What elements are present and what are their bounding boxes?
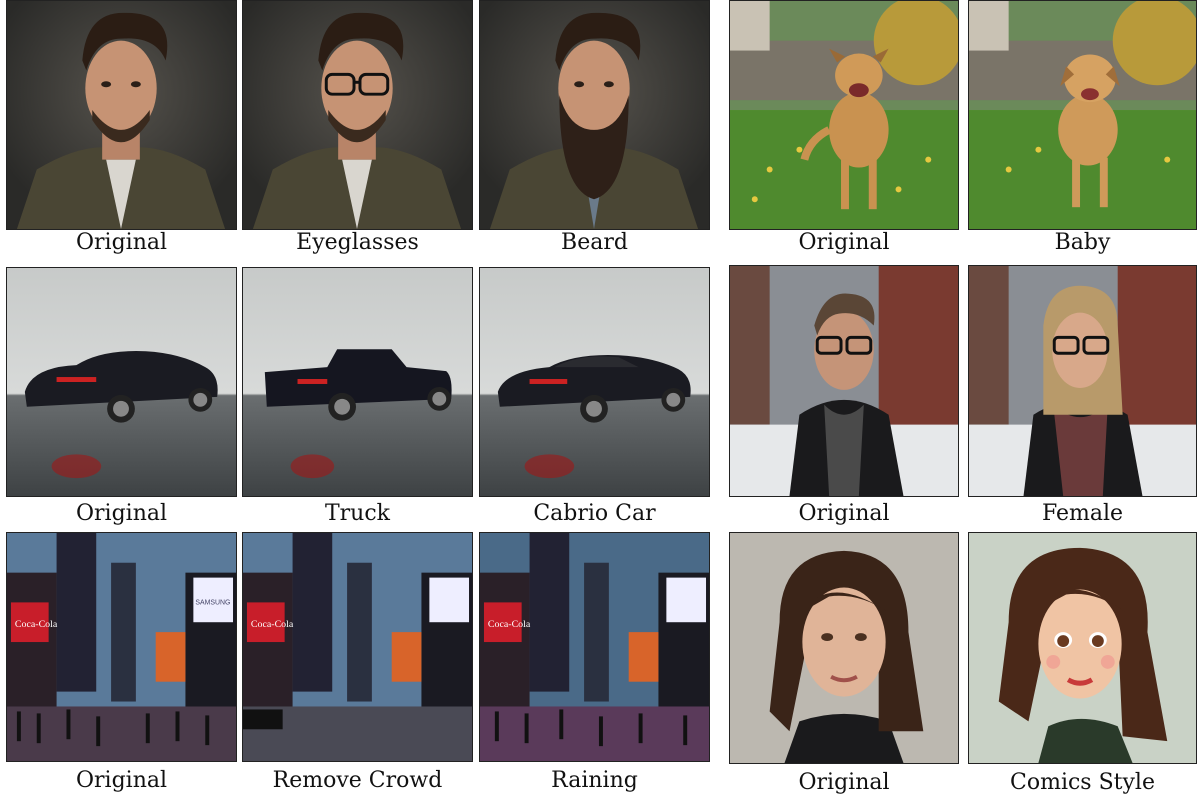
image-city-raining: Coca-Cola xyxy=(479,532,710,762)
caption: Beard xyxy=(561,230,628,255)
panel-dog-original: Original xyxy=(729,0,959,258)
times-square-image: Coca-Cola SAMSUNG xyxy=(7,533,236,761)
samsung-billboard-text: SAMSUNG xyxy=(195,599,230,606)
caption: Original xyxy=(798,770,890,795)
panel-city-original: Coca-Cola SAMSUNG Original xyxy=(6,532,237,797)
panel-person-female: Female xyxy=(968,265,1197,532)
billboard-text: Coca-Cola xyxy=(15,619,58,630)
sedan-image xyxy=(7,268,236,496)
image-man-eyeglasses xyxy=(242,0,473,230)
man-snow-image xyxy=(730,266,958,496)
caption: Original xyxy=(798,230,890,255)
panel-man-original: Original xyxy=(6,0,237,258)
pickup-image xyxy=(243,268,472,496)
caption: Original xyxy=(798,501,890,526)
image-person-original xyxy=(729,265,959,497)
panel-man-eyeglasses: Eyeglasses xyxy=(242,0,473,258)
caption: Cabrio Car xyxy=(533,501,656,526)
panel-person-original: Original xyxy=(729,265,959,532)
caption: Eyeglasses xyxy=(296,230,419,255)
puppy-image xyxy=(969,1,1196,229)
woman-photo-image xyxy=(730,533,958,763)
panel-city-raining: Coca-Cola Raining xyxy=(479,532,710,797)
times-square-rain-image: Coca-Cola xyxy=(480,533,709,761)
caption: Female xyxy=(1041,501,1124,526)
image-woman-original xyxy=(729,532,959,764)
caption: Raining xyxy=(551,768,638,793)
caption: Baby xyxy=(1054,230,1111,255)
image-dog-baby xyxy=(968,0,1197,230)
panel-city-remove-crowd: Coca-Cola Remove Crowd xyxy=(242,532,473,797)
image-city-remove-crowd: Coca-Cola xyxy=(242,532,473,762)
image-dog-original xyxy=(729,0,959,230)
dog-image xyxy=(730,1,958,229)
man-eyeglasses-image xyxy=(243,1,472,229)
image-car-cabrio xyxy=(479,267,710,497)
caption: Comics Style xyxy=(1010,770,1155,795)
panel-man-beard: Beard xyxy=(479,0,710,258)
image-city-original: Coca-Cola SAMSUNG xyxy=(6,532,237,762)
image-person-female xyxy=(968,265,1197,497)
man-portrait-image xyxy=(7,1,236,229)
image-man-original xyxy=(6,0,237,230)
caption: Original xyxy=(75,768,168,793)
woman-snow-image xyxy=(969,266,1196,496)
image-car-original xyxy=(6,267,237,497)
man-beard-image xyxy=(480,1,709,229)
billboard-text: Coca-Cola xyxy=(488,619,531,630)
convertible-image xyxy=(480,268,709,496)
image-man-beard xyxy=(479,0,710,230)
times-square-empty-image: Coca-Cola xyxy=(243,533,472,761)
panel-car-truck: Truck xyxy=(242,267,473,532)
panel-woman-original: Original xyxy=(729,532,959,797)
panel-dog-baby: Baby xyxy=(968,0,1197,258)
caption: Remove Crowd xyxy=(272,768,443,793)
billboard-text: Coca-Cola xyxy=(251,619,294,630)
caption: Original xyxy=(75,501,168,526)
image-woman-comics xyxy=(968,532,1197,764)
panel-car-cabrio: Cabrio Car xyxy=(479,267,710,532)
image-car-truck xyxy=(242,267,473,497)
caption: Original xyxy=(75,230,168,255)
woman-cartoon-image xyxy=(969,533,1196,763)
panel-car-original: Original xyxy=(6,267,237,532)
panel-woman-comics: Comics Style xyxy=(968,532,1197,797)
caption: Truck xyxy=(324,501,390,526)
